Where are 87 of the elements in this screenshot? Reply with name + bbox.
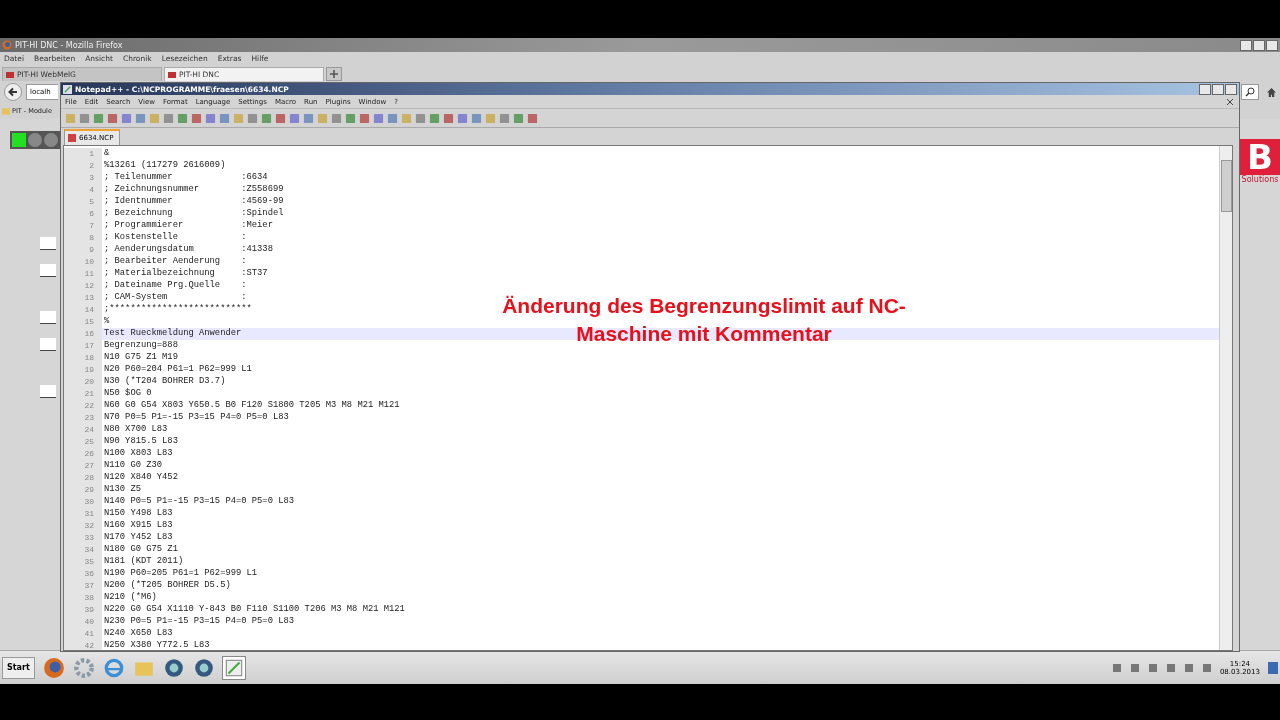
code-line: N30 (*T204 BOHRER D3.7) [103,376,226,388]
line-number: 20 [64,376,102,388]
window-title: PIT-HI DNC - Mozilla Firefox [15,40,123,50]
code-line: N90 Y815.5 L83 [103,436,178,448]
code-line: N170 Y452 L83 [103,532,173,544]
code-line: N110 G0 Z30 [103,460,163,472]
start-button[interactable]: Start [2,656,35,679]
line-number: 3 [64,172,102,184]
line-number: 28 [64,472,102,484]
line-number: 35 [64,556,102,568]
code-line: N250 X380 Y772.5 L83 [103,640,210,650]
code-line: N180 G0 G75 Z1 [103,544,178,556]
line-number: 39 [64,604,102,616]
code-line: N220 G0 G54 X1110 Y-843 B0 F110 S1100 T206 M3 M8 M21 M121 [103,604,405,616]
code-line: %13261 (117279 2616009) [103,160,226,172]
line-number: 38 [64,592,102,604]
code-line: N210 (*M6) [103,592,157,604]
code-line: ; CAM-System : [103,292,247,304]
code-line: % [103,316,110,328]
line-number: 19 [64,364,102,376]
code-line: N100 X803 L83 [103,448,173,460]
line-number: 42 [64,640,102,650]
code-line: N160 X915 L83 [103,520,173,532]
line-number: 29 [64,484,102,496]
line-number: 12 [64,280,102,292]
line-number: 31 [64,508,102,520]
line-number: 34 [64,544,102,556]
line-number: 27 [64,460,102,472]
line-number: 2 [64,160,102,172]
code-line: ; Programmierer :Meier [103,220,273,232]
line-number: 14 [64,304,102,316]
line-number: 17 [64,340,102,352]
code-line: N130 Z5 [103,484,141,496]
line-number: 5 [64,196,102,208]
line-number: 6 [64,208,102,220]
code-line: ; Bezeichnung :Spindel [103,208,284,220]
code-line: ; Aenderungsdatum :41338 [103,244,273,256]
line-number: 10 [64,256,102,268]
line-number: 4 [64,184,102,196]
code-line: ; Materialbezeichnung :ST37 [103,268,268,280]
line-number: 21 [64,388,102,400]
line-number: 23 [64,412,102,424]
code-line: N150 Y498 L83 [103,508,173,520]
code-line: N140 P0=5 P1=-15 P3=15 P4=0 P5=0 L83 [103,496,295,508]
code-line: N240 X650 L83 [103,628,173,640]
code-line: ;*************************** [103,304,252,316]
code-line: N60 G0 G54 X803 Y650.5 B0 F120 S1800 T205 M3 M8 M21 M121 [103,400,400,412]
code-line: N50 $OG 0 [103,388,152,400]
line-number: 24 [64,424,102,436]
code-line: ; Dateiname Prg.Quelle : [103,280,247,292]
line-number: 25 [64,436,102,448]
line-number: 33 [64,532,102,544]
line-number: 41 [64,628,102,640]
code-line: N80 X700 L83 [103,424,168,436]
caption-text: Maschine mit Kommentar [576,322,832,346]
code-line: N200 (*T205 BOHRER D5.5) [103,580,231,592]
code-line: N10 G75 Z1 M19 [103,352,178,364]
line-number: 15 [64,316,102,328]
line-number: 40 [64,616,102,628]
line-number: 9 [64,244,102,256]
code-line: ; Teilenummer :6634 [103,172,268,184]
line-number: 16 [64,328,102,340]
code-line: N190 P60=205 P61=1 P62=999 L1 [103,568,258,580]
code-line: & [103,148,110,160]
line-number: 32 [64,520,102,532]
code-line: ; Bearbeiter Aenderung : [103,256,247,268]
line-number: 36 [64,568,102,580]
line-number: 22 [64,400,102,412]
line-number: 30 [64,496,102,508]
code-line: ; Zeichnungsnummer :Z558699 [103,184,284,196]
code-line: ; Identnummer :4569-99 [103,196,284,208]
code-line: N70 P0=5 P1=-15 P3=15 P4=0 P5=0 L83 [103,412,289,424]
line-number: 7 [64,220,102,232]
line-number: 37 [64,580,102,592]
code-line: ; Kostenstelle : [103,232,247,244]
caption-text: Änderung des Begrenzungslimit auf NC- [502,294,906,318]
line-number: 13 [64,292,102,304]
code-line: N20 P60=204 P61=1 P62=999 L1 [103,364,252,376]
code-line: N120 X840 Y452 [103,472,178,484]
line-number: 11 [64,268,102,280]
code-line: N230 P0=5 P1=-15 P3=15 P4=0 P5=0 L83 [103,616,295,628]
line-number: 8 [64,232,102,244]
code-line: N181 (KDT 2011) [103,556,184,568]
line-number: 1 [64,148,102,160]
code-line: Begrenzung=888 [103,340,178,352]
line-number: 26 [64,448,102,460]
line-number: 18 [64,352,102,364]
